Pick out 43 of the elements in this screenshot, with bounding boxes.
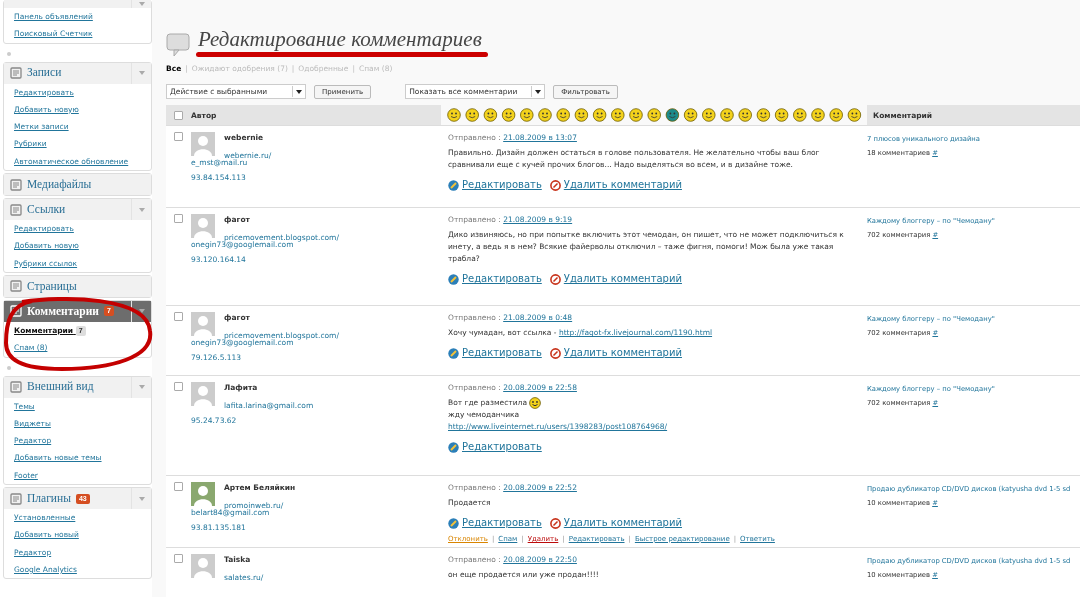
- toggle-arrow-icon: [137, 494, 146, 503]
- delete-icon: [549, 347, 561, 359]
- checkbox[interactable]: [174, 482, 183, 492]
- pencil-icon: [448, 517, 459, 529]
- menu-header[interactable]: Страницы: [4, 275, 151, 297]
- pencil-icon: [448, 179, 459, 191]
- pencil-icon: [448, 273, 459, 285]
- checkbox[interactable]: [174, 554, 183, 564]
- menu-icon: [10, 381, 22, 394]
- checkbox[interactable]: [174, 214, 183, 224]
- edit-link[interactable]: Редактировать: [448, 179, 542, 192]
- page-title: Редактирование комментариев: [198, 26, 483, 52]
- toggle-arrow-icon: [137, 205, 146, 214]
- menu-header[interactable]: Записи: [4, 62, 151, 84]
- delete-icon: [549, 179, 561, 191]
- checkbox[interactable]: [174, 110, 183, 120]
- delete-link[interactable]: Удалить комментарий: [549, 347, 682, 360]
- delete-link[interactable]: Удалить комментарий: [549, 179, 682, 192]
- menu-icon: [10, 178, 22, 191]
- menu-icon: [10, 305, 22, 318]
- pencil-icon: [448, 347, 459, 359]
- menu-header[interactable]: Медиафайлы: [4, 174, 151, 196]
- menu-header[interactable]: Внешний вид: [4, 376, 151, 398]
- checkbox[interactable]: [174, 132, 183, 142]
- edit-link[interactable]: Редактировать: [448, 347, 542, 360]
- edit-link[interactable]: Редактировать: [448, 273, 542, 286]
- toggle-arrow-icon: [137, 0, 146, 8]
- delete-icon: [549, 517, 561, 529]
- delete-icon: [549, 273, 561, 285]
- menu-icon: [10, 67, 22, 80]
- checkbox[interactable]: [174, 312, 183, 322]
- smiley-icon: [529, 397, 542, 410]
- delete-link[interactable]: Удалить комментарий: [549, 273, 682, 286]
- checkbox[interactable]: [174, 382, 183, 392]
- menu-icon: [10, 203, 22, 216]
- comments-icon: [166, 33, 190, 57]
- menu-header[interactable]: Ссылки: [4, 199, 151, 221]
- edit-link[interactable]: Редактировать: [448, 441, 542, 454]
- menu-icon: [10, 280, 22, 293]
- edit-link[interactable]: Редактировать: [448, 517, 542, 530]
- delete-link[interactable]: Удалить комментарий: [549, 517, 682, 530]
- pencil-icon: [448, 441, 459, 453]
- menu-icon: [10, 492, 22, 505]
